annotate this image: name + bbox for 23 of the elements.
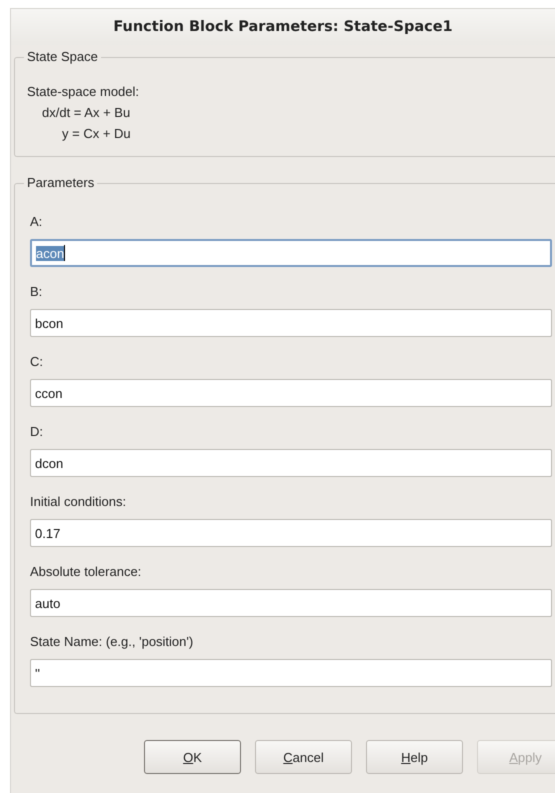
dialog-button[interactable]: Cancel bbox=[255, 740, 352, 774]
input-field[interactable]: bcon bbox=[30, 309, 552, 337]
dialog-button[interactable]: Help bbox=[366, 740, 463, 774]
input-field[interactable]: dcon bbox=[30, 449, 552, 477]
field-label: Initial conditions: bbox=[30, 494, 128, 510]
field-label: C: bbox=[30, 354, 44, 370]
input-field[interactable]: '' bbox=[30, 659, 552, 687]
field-label: Absolute tolerance: bbox=[30, 564, 142, 580]
model-equation: dx/dt = Ax + Bu bbox=[41, 104, 132, 122]
input-field[interactable]: ccon bbox=[30, 379, 552, 407]
input-field[interactable]: auto bbox=[30, 589, 552, 617]
model-equation: y = Cx + Du bbox=[61, 125, 132, 143]
window-title: Function Block Parameters: State-Space1 bbox=[113, 19, 453, 35]
model-equation: State-space model: bbox=[27, 83, 140, 101]
group-title: State Space bbox=[24, 49, 101, 64]
field-label: D: bbox=[30, 424, 44, 440]
field-label: B: bbox=[30, 284, 44, 300]
dialog-button[interactable]: OK bbox=[144, 740, 241, 774]
field-label: A: bbox=[30, 214, 44, 230]
group-title: Parameters bbox=[24, 175, 98, 190]
field-label: State Name: (e.g., 'position') bbox=[30, 634, 194, 650]
input-field[interactable]: 0.17 bbox=[30, 519, 552, 547]
input-field[interactable]: acon bbox=[30, 239, 552, 267]
